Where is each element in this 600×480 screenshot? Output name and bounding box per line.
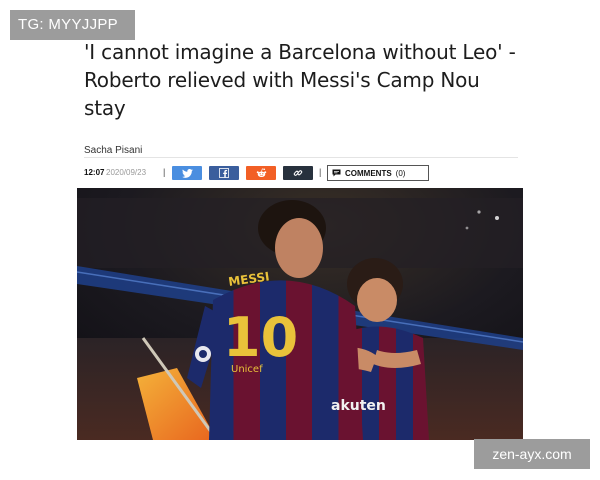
article-meta-bar: 12:07 2020/09/23 | | COMMENTS (0)	[84, 165, 524, 182]
publish-time: 12:07	[84, 168, 105, 177]
comment-bubble-icon	[332, 169, 341, 177]
jersey-sponsor: Unicef	[231, 364, 263, 375]
telegram-handle-badge: TG: MYYJJPP	[10, 10, 135, 40]
share-reddit-button[interactable]	[246, 166, 276, 180]
comments-button[interactable]: COMMENTS (0)	[327, 165, 429, 181]
publish-date: 2020/09/23	[106, 168, 147, 177]
comments-count: (0)	[395, 168, 406, 178]
site-watermark: zen-ayx.com	[474, 439, 590, 469]
comments-label: COMMENTS	[345, 168, 392, 178]
jersey-number: 10	[223, 306, 298, 369]
twitter-bird-icon	[181, 168, 193, 178]
article-headline: 'I cannot imagine a Barcelona without Le…	[84, 40, 516, 120]
messi-celebration-photo: MESSI 10 Unicef akuten	[77, 188, 523, 440]
share-twitter-button[interactable]	[172, 166, 202, 180]
link-icon	[293, 170, 303, 176]
jersey-sponsor-rakuten: akuten	[331, 398, 386, 414]
meta-separator: |	[163, 167, 166, 177]
share-facebook-button[interactable]	[209, 166, 239, 180]
facebook-f-icon	[219, 168, 229, 178]
meta-separator: |	[319, 167, 322, 177]
article-photo[interactable]: MESSI 10 Unicef akuten	[77, 188, 523, 440]
article-author[interactable]: Sacha Pisani	[84, 145, 142, 156]
reddit-alien-icon	[256, 168, 266, 177]
meta-divider	[84, 157, 518, 158]
share-link-button[interactable]	[283, 166, 313, 180]
